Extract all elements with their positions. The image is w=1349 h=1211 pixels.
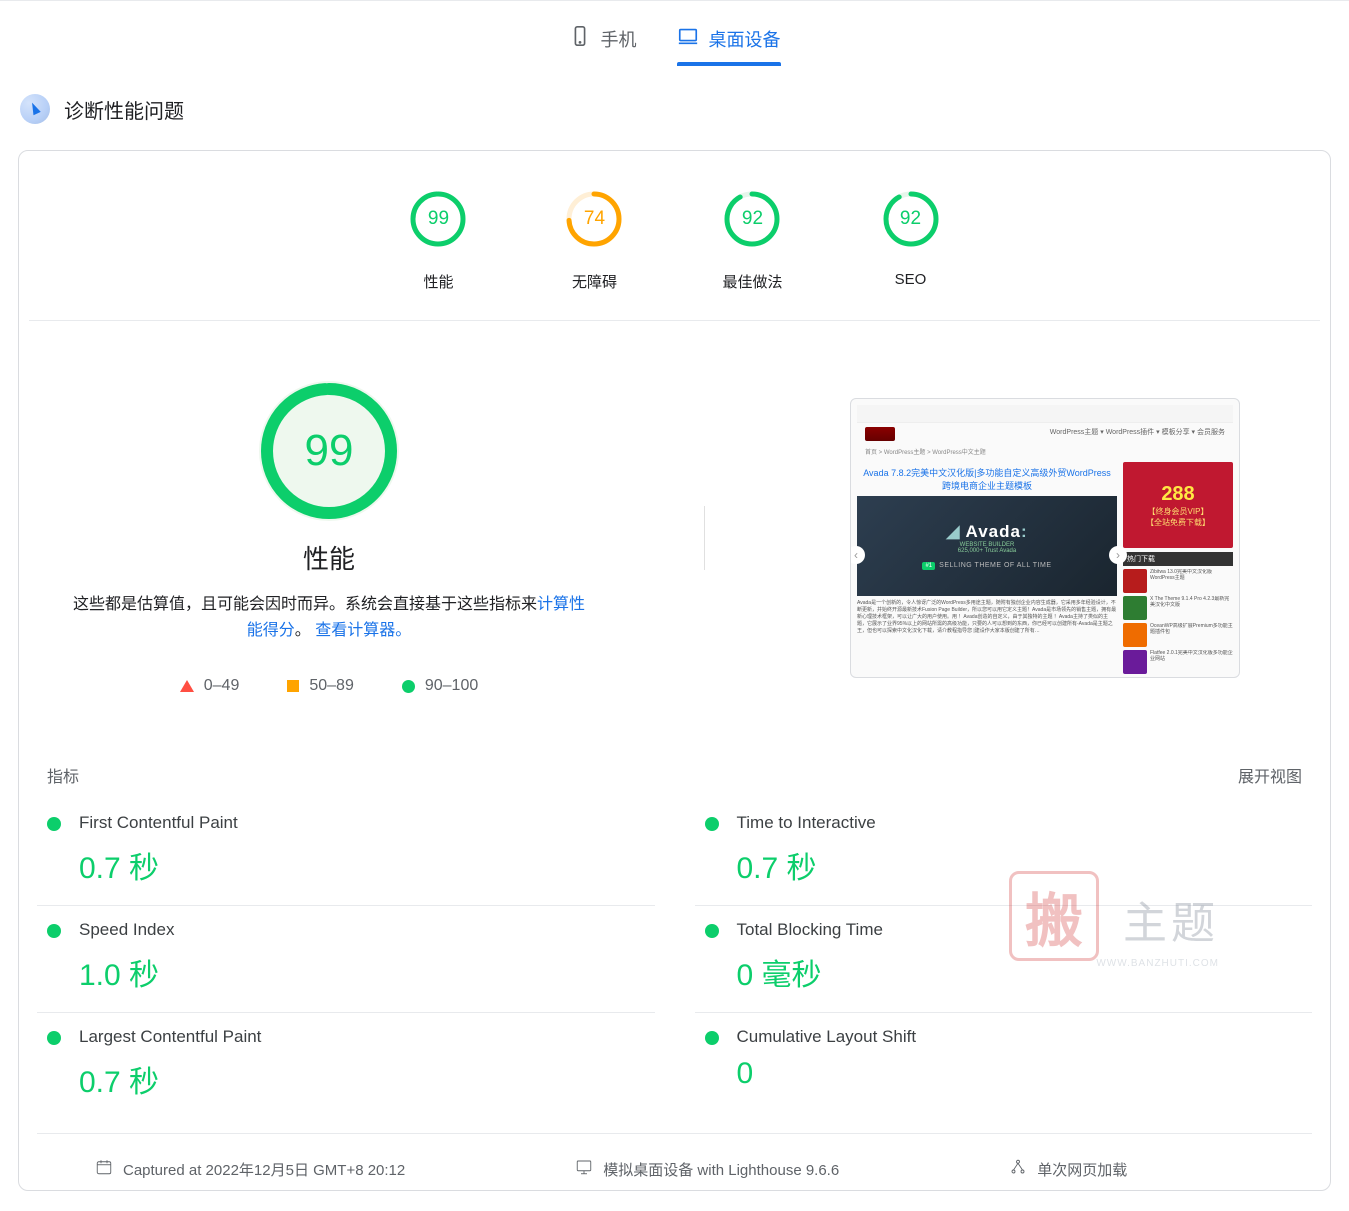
gauge-2[interactable]: 92 最佳做法 [722, 191, 782, 292]
desktop-icon [677, 25, 699, 52]
gauge-value: 92 [724, 191, 780, 247]
gauge-label: 无障碍 [566, 271, 622, 292]
performance-big-gauge: 99 [259, 381, 399, 521]
score-description: 这些都是估算值，且可能会因时而异。系统会直接基于这些指标来计算性能得分。 查看计… [59, 592, 599, 643]
metric-name: First Contentful Paint [79, 813, 645, 833]
big-gauge-label: 性能 [59, 539, 599, 576]
status-dot-icon [705, 924, 719, 938]
section-title-text: 诊断性能问题 [64, 95, 184, 124]
metric-value: 1.0 秒 [79, 950, 645, 994]
monitor-icon [575, 1158, 593, 1180]
gauge-label: SEO [883, 271, 939, 288]
big-gauge-value: 99 [259, 381, 399, 521]
mobile-icon [569, 25, 591, 52]
square-orange-icon [287, 680, 299, 692]
status-dot-icon [47, 1031, 61, 1045]
metric-name: Largest Contentful Paint [79, 1027, 645, 1047]
metric-item[interactable]: Total Blocking Time 0 毫秒 [695, 905, 1313, 1012]
metric-name: Total Blocking Time [737, 920, 1303, 940]
tab-desktop-label: 桌面设备 [709, 26, 781, 52]
status-dot-icon [705, 817, 719, 831]
legend-bad: 0–49 [204, 677, 240, 695]
divider [704, 506, 705, 570]
gauge-1[interactable]: 74 无障碍 [566, 191, 622, 292]
circle-green-icon [402, 680, 415, 693]
status-dot-icon [47, 924, 61, 938]
metric-value: 0.7 秒 [737, 843, 1303, 887]
gauge-value: 99 [410, 191, 466, 247]
metric-name: Speed Index [79, 920, 645, 940]
metric-item[interactable]: First Contentful Paint 0.7 秒 [37, 799, 655, 905]
tab-mobile[interactable]: 手机 [569, 25, 637, 66]
gauge-0[interactable]: 99 性能 [410, 191, 466, 292]
metric-value: 0 [737, 1057, 1303, 1091]
ss-logo-icon [865, 427, 895, 441]
metric-value: 0 毫秒 [737, 950, 1303, 994]
results-card: 99 性能 74 无障碍 92 最佳做法 92 SEO 99 性能 这些都是估算值，且可能会因… [18, 150, 1331, 1191]
metric-value: 0.7 秒 [79, 843, 645, 887]
category-gauges: 99 性能 74 无障碍 92 最佳做法 92 SEO [29, 191, 1320, 321]
tab-desktop[interactable]: 桌面设备 [677, 25, 781, 66]
page-screenshot: WordPress主题 ▾ WordPress插件 ▾ 模板分享 ▾ 会员服务 … [850, 398, 1240, 678]
status-dot-icon [47, 817, 61, 831]
compass-icon [20, 94, 50, 124]
section-title: 诊断性能问题 [0, 66, 1349, 142]
score-legend: 0–49 50–89 90–100 [59, 677, 599, 695]
gauge-value: 74 [566, 191, 622, 247]
footer-emulated: 模拟桌面设备 with Lighthouse 9.6.6 [575, 1158, 839, 1180]
chevron-left-icon: ‹ [850, 546, 865, 564]
metric-item[interactable]: Cumulative Layout Shift 0 [695, 1012, 1313, 1109]
tab-mobile-label: 手机 [601, 26, 637, 52]
metric-item[interactable]: Time to Interactive 0.7 秒 [695, 799, 1313, 905]
triangle-red-icon [180, 680, 194, 692]
metric-item[interactable]: Speed Index 1.0 秒 [37, 905, 655, 1012]
metric-name: Cumulative Layout Shift [737, 1027, 1303, 1047]
device-tabs: 手机 桌面设备 [0, 1, 1349, 66]
network-icon [1009, 1158, 1027, 1180]
metric-name: Time to Interactive [737, 813, 1303, 833]
gauge-label: 最佳做法 [722, 271, 782, 292]
metric-item[interactable]: Largest Contentful Paint 0.7 秒 [37, 1012, 655, 1119]
footer-load: 单次网页加载 [1009, 1158, 1127, 1180]
legend-good: 90–100 [425, 677, 478, 695]
expand-view-button[interactable]: 展开视图 [1238, 763, 1302, 787]
calculator-link[interactable]: 查看计算器。 [315, 622, 411, 639]
gauge-3[interactable]: 92 SEO [883, 191, 939, 292]
legend-avg: 50–89 [309, 677, 354, 695]
metrics-label: 指标 [47, 763, 79, 787]
status-dot-icon [705, 1031, 719, 1045]
footer-captured: Captured at 2022年12月5日 GMT+8 20:12 [95, 1158, 405, 1180]
calendar-icon [95, 1158, 113, 1180]
gauge-label: 性能 [410, 271, 466, 292]
metric-value: 0.7 秒 [79, 1057, 645, 1101]
gauge-value: 92 [883, 191, 939, 247]
chevron-right-icon: › [1109, 546, 1127, 564]
